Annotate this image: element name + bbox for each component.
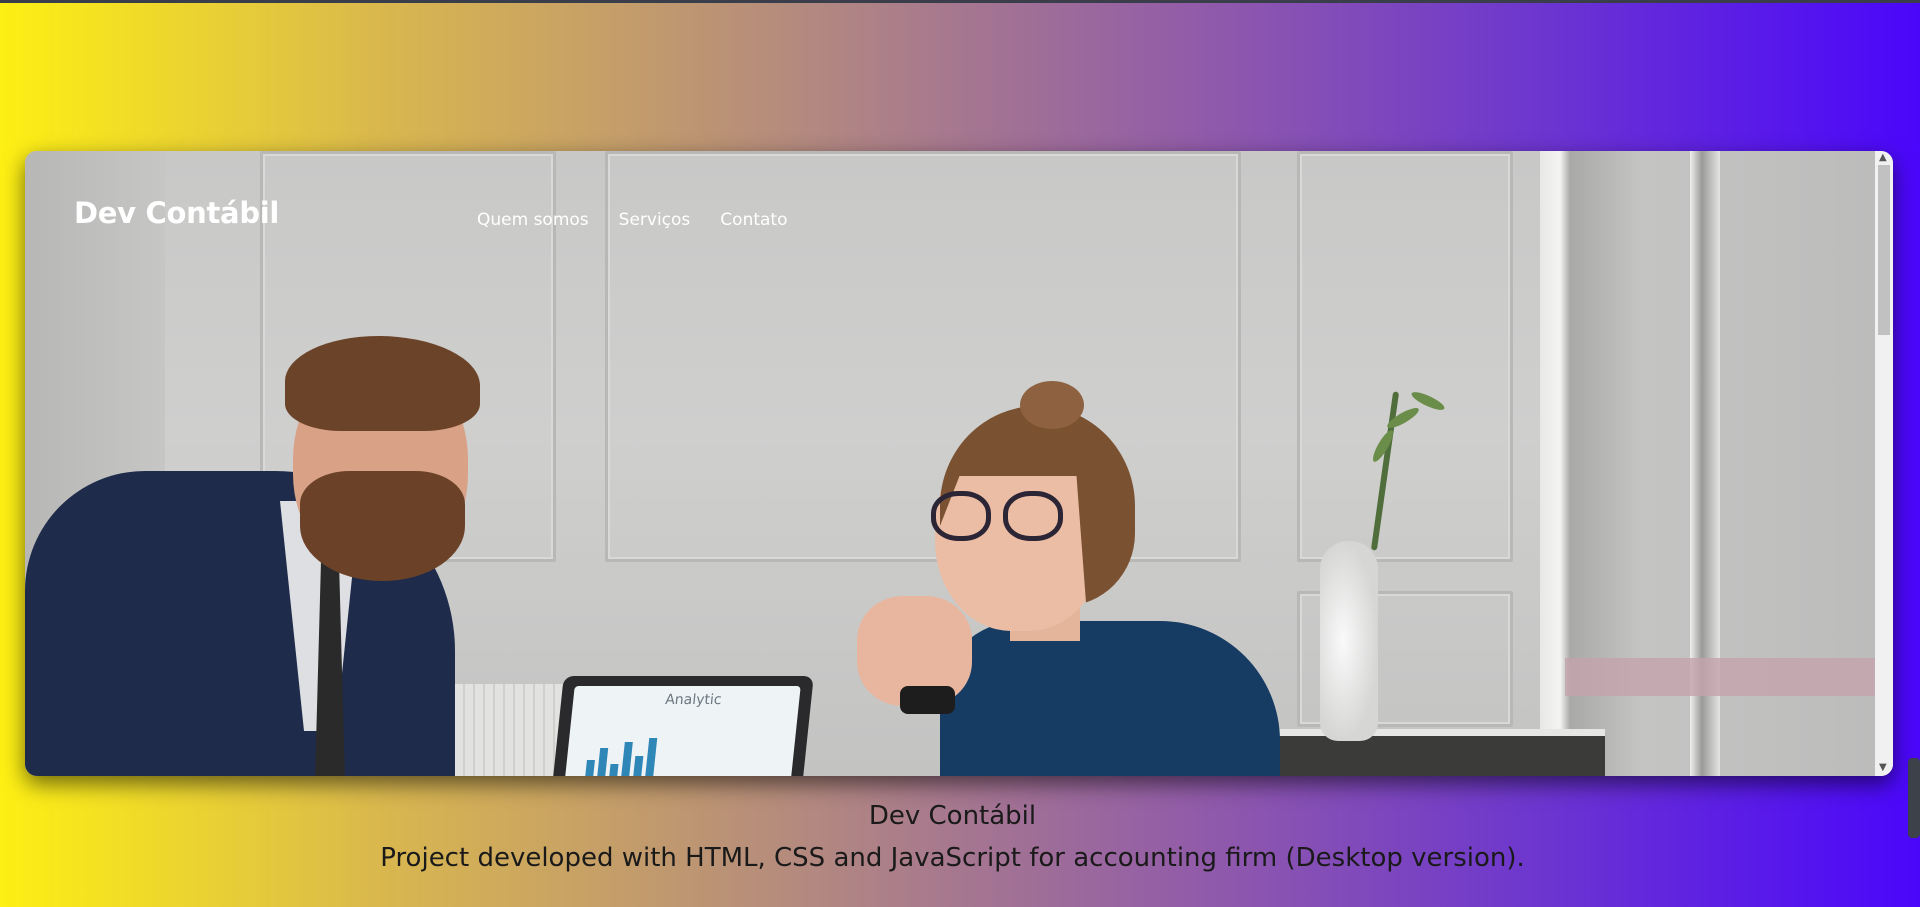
chart-bar xyxy=(584,760,595,776)
project-caption: Dev Contábil Project developed with HTML… xyxy=(0,797,1905,881)
nav-link-contato[interactable]: Contato xyxy=(720,210,787,230)
woman-hair-bun xyxy=(1020,381,1084,429)
chart-bar xyxy=(632,756,644,776)
preview-scrollbar[interactable]: ▲ ▼ xyxy=(1875,151,1893,776)
glasses-icon xyxy=(905,491,1095,541)
caption-description: Project developed with HTML, CSS and Jav… xyxy=(380,843,1525,873)
laptop: Analytic xyxy=(552,676,814,776)
laptop-screen-title: Analytic xyxy=(664,692,723,708)
main-nav: Quem somos Serviços Contato xyxy=(477,210,788,230)
man-hair xyxy=(285,336,480,431)
top-edge xyxy=(0,0,1920,3)
woman-blazer xyxy=(940,621,1280,776)
woman-figure xyxy=(845,381,1295,776)
page-scroll-thumb[interactable] xyxy=(1908,758,1920,838)
site-logo[interactable]: Dev Contábil xyxy=(74,196,279,230)
nav-link-quem-somos[interactable]: Quem somos xyxy=(477,210,589,230)
nav-link-servicos[interactable]: Serviços xyxy=(619,210,691,230)
preview-scroll-thumb[interactable] xyxy=(1878,165,1890,335)
preview-frame: Analytic Dev Contábil Quem somos Serviço… xyxy=(25,151,1893,776)
chart-bar xyxy=(620,742,633,776)
scroll-down-icon[interactable]: ▼ xyxy=(1879,763,1887,773)
man-beard xyxy=(300,471,465,581)
man-figure xyxy=(25,301,485,776)
chart-bar xyxy=(644,738,658,776)
door-reflection xyxy=(1565,658,1875,696)
vase xyxy=(1320,541,1378,741)
site-header: Dev Contábil Quem somos Serviços Contato xyxy=(25,151,1875,251)
glasses-lens xyxy=(931,491,991,541)
caption-title: Dev Contábil xyxy=(868,801,1037,831)
laptop-screen: Analytic xyxy=(564,686,801,776)
chart-bar xyxy=(608,764,619,776)
glasses-lens xyxy=(1003,491,1063,541)
wristwatch xyxy=(900,686,955,714)
chart-bar xyxy=(596,748,609,776)
scroll-up-icon[interactable]: ▲ xyxy=(1879,153,1887,163)
